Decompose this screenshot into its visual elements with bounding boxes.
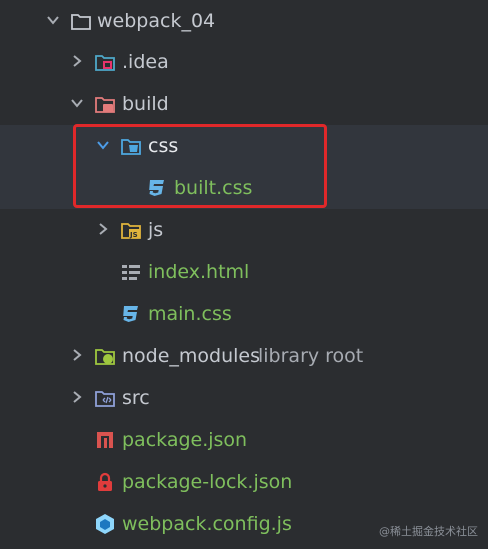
- highlight-annotation: [73, 124, 327, 208]
- chevron-right-icon[interactable]: [70, 348, 84, 362]
- tree-item-label: main.css: [148, 303, 232, 325]
- npm-icon: [97, 432, 113, 448]
- watermark: @稀土掘金技术社区: [379, 525, 478, 538]
- chevron-right-icon[interactable]: [70, 390, 84, 404]
- tree-item-label: webpack_04: [97, 10, 216, 32]
- idea-folder-icon: [95, 55, 115, 71]
- tree-item-label: js: [148, 219, 164, 241]
- chevron-down-icon[interactable]: [46, 13, 60, 27]
- chevron-right-icon[interactable]: [96, 222, 110, 236]
- library-root-hint: library root: [258, 345, 364, 367]
- tree-row-idea[interactable]: .idea: [0, 41, 488, 83]
- tree-item-label: index.html: [148, 261, 250, 283]
- tree-row-src[interactable]: src: [0, 377, 488, 419]
- tree-item-label: src: [122, 387, 150, 409]
- tree-row-js[interactable]: JS js: [0, 209, 488, 251]
- lock-icon: [98, 472, 112, 491]
- tree-item-label: node_modules: [122, 345, 261, 367]
- tree-item-label: .idea: [122, 51, 169, 73]
- html-file-icon: [122, 265, 140, 280]
- tree-item-label: package.json: [122, 429, 248, 451]
- svg-text:JS: JS: [129, 231, 138, 239]
- src-folder-icon: [95, 391, 115, 407]
- build-folder-icon: [95, 97, 115, 113]
- tree-item-label: build: [122, 93, 169, 115]
- tree-item-label: webpack.config.js: [122, 513, 292, 535]
- tree-row-node-modules[interactable]: node_modules library root: [0, 335, 488, 377]
- js-folder-icon: JS: [121, 223, 141, 239]
- folder-icon: [71, 14, 91, 30]
- tree-row-main-css[interactable]: main.css: [0, 293, 488, 335]
- tree-row-webpack-04[interactable]: webpack_04: [0, 0, 488, 42]
- project-tree: webpack_04 .idea build css built.css JS …: [0, 0, 488, 549]
- tree-row-package-json[interactable]: package.json: [0, 419, 488, 461]
- webpack-icon: [96, 514, 114, 534]
- tree-row-index-html[interactable]: index.html: [0, 251, 488, 293]
- tree-row-package-lock-json[interactable]: package-lock.json: [0, 461, 488, 503]
- chevron-down-icon[interactable]: [70, 96, 84, 110]
- tree-row-build[interactable]: build: [0, 83, 488, 125]
- tree-item-label: package-lock.json: [122, 471, 293, 493]
- chevron-right-icon[interactable]: [70, 54, 84, 68]
- node-modules-folder-icon: [95, 349, 115, 365]
- css-file-icon: [123, 306, 138, 322]
